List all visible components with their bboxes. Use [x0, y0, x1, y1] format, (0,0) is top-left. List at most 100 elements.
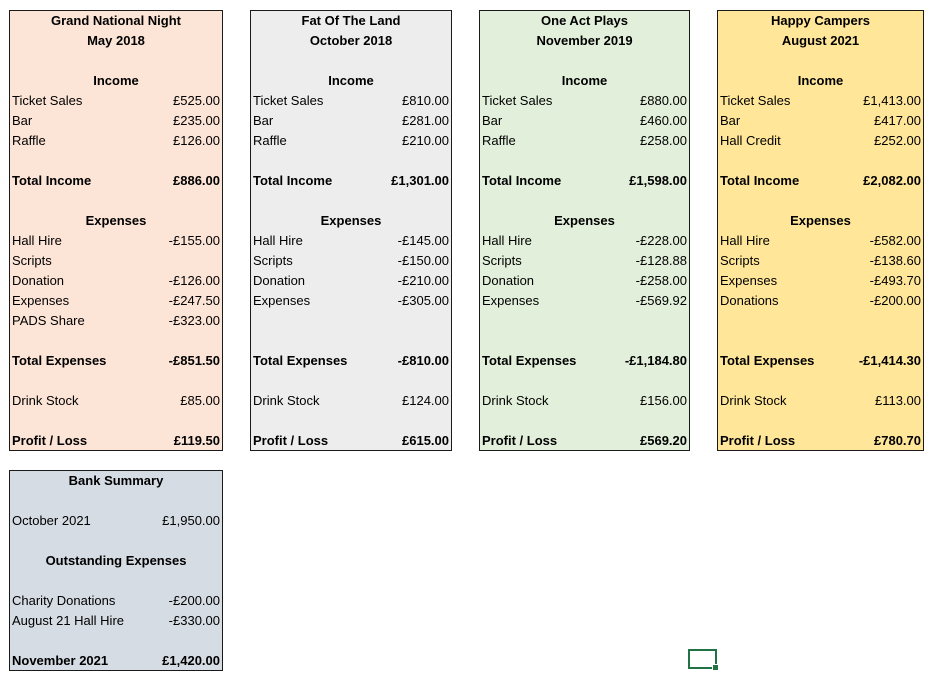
- bank-balance-row[interactable]: October 2021 £1,950.00: [10, 511, 222, 531]
- expenses-heading: Expenses: [320, 213, 382, 228]
- row-label: Profit / Loss: [720, 433, 796, 448]
- row-value: £886.00: [173, 173, 220, 188]
- expense-row[interactable]: Scripts -£138.60: [718, 251, 923, 271]
- expense-row[interactable]: Scripts: [10, 251, 222, 271]
- expense-row[interactable]: Hall Hire -£228.00: [480, 231, 689, 251]
- row-value: -£138.60: [869, 253, 921, 268]
- row-value: -£330.00: [168, 613, 220, 628]
- row-value: -£155.00: [168, 233, 220, 248]
- row-label: Ticket Sales: [482, 93, 553, 108]
- expense-row[interactable]: Expenses -£247.50: [10, 291, 222, 311]
- total-income-row[interactable]: Total Income £1,598.00: [480, 171, 689, 191]
- total-expenses-row[interactable]: Total Expenses -£810.00: [251, 351, 451, 371]
- row-value: £119.50: [173, 433, 220, 448]
- row-value: -£200.00: [168, 593, 220, 608]
- expense-row[interactable]: Expenses -£305.00: [251, 291, 451, 311]
- row-label: Total Income: [253, 173, 333, 188]
- profit-loss-row[interactable]: Profit / Loss £569.20: [480, 431, 689, 451]
- row-value: -£1,414.30: [858, 353, 921, 368]
- total-expenses-row[interactable]: Total Expenses -£1,414.30: [718, 351, 923, 371]
- expense-row[interactable]: Donation -£258.00: [480, 271, 689, 291]
- income-row[interactable]: Bar £281.00: [251, 111, 451, 131]
- total-expenses-row[interactable]: Total Expenses -£851.50: [10, 351, 222, 371]
- expense-row[interactable]: Hall Hire -£582.00: [718, 231, 923, 251]
- row-label: Bar: [12, 113, 33, 128]
- event-panel-one-act-plays: One Act Plays November 2019 Income Ticke…: [479, 10, 690, 451]
- expense-row[interactable]: Hall Hire -£145.00: [251, 231, 451, 251]
- total-income-row[interactable]: Total Income £1,301.00: [251, 171, 451, 191]
- row-value: £569.20: [640, 433, 687, 448]
- expense-row[interactable]: Donations -£200.00: [718, 291, 923, 311]
- row-label: Hall Hire: [12, 233, 62, 248]
- row-label: Raffle: [482, 133, 516, 148]
- row-value: -£810.00: [397, 353, 449, 368]
- income-row[interactable]: Bar £460.00: [480, 111, 689, 131]
- expense-row[interactable]: Hall Hire -£155.00: [10, 231, 222, 251]
- expense-row[interactable]: Donation -£210.00: [251, 271, 451, 291]
- income-row[interactable]: Ticket Sales £880.00: [480, 91, 689, 111]
- outstanding-expenses-heading: Outstanding Expenses: [45, 553, 187, 568]
- income-row[interactable]: Ticket Sales £810.00: [251, 91, 451, 111]
- row-value: £2,082.00: [863, 173, 921, 188]
- income-heading: Income: [93, 73, 139, 88]
- income-row[interactable]: Raffle £126.00: [10, 131, 222, 151]
- final-balance-row[interactable]: November 2021 £1,420.00: [10, 651, 222, 671]
- event-title: Fat Of The Land: [301, 13, 401, 28]
- row-label: Total Expenses: [12, 353, 107, 368]
- income-row[interactable]: Raffle £258.00: [480, 131, 689, 151]
- expense-row[interactable]: Scripts -£128.88: [480, 251, 689, 271]
- row-label: Ticket Sales: [12, 93, 83, 108]
- outstanding-row[interactable]: August 21 Hall Hire -£330.00: [10, 611, 222, 631]
- profit-loss-row[interactable]: Profit / Loss £780.70: [718, 431, 923, 451]
- income-row[interactable]: Ticket Sales £525.00: [10, 91, 222, 111]
- income-heading: Income: [797, 73, 844, 88]
- row-value: -£228.00: [635, 233, 687, 248]
- income-row[interactable]: Bar £417.00: [718, 111, 923, 131]
- row-label: August 21 Hall Hire: [12, 613, 124, 628]
- row-value: £210.00: [402, 133, 449, 148]
- row-value: £525.00: [173, 93, 220, 108]
- row-value: £1,950.00: [162, 513, 220, 528]
- outstanding-row[interactable]: Charity Donations -£200.00: [10, 591, 222, 611]
- income-row[interactable]: Bar £235.00: [10, 111, 222, 131]
- row-value: -£247.50: [168, 293, 220, 308]
- row-value: £113.00: [874, 393, 921, 408]
- expense-row[interactable]: Donation -£126.00: [10, 271, 222, 291]
- row-value: £126.00: [173, 133, 220, 148]
- drink-stock-row[interactable]: Drink Stock £124.00: [251, 391, 451, 411]
- active-cell-selection[interactable]: [688, 649, 719, 671]
- row-label: Hall Hire: [482, 233, 532, 248]
- row-label: Expenses: [482, 293, 540, 308]
- event-title: Happy Campers: [771, 13, 870, 28]
- row-label: Profit / Loss: [253, 433, 329, 448]
- row-value: -£145.00: [397, 233, 449, 248]
- drink-stock-row[interactable]: Drink Stock £113.00: [718, 391, 923, 411]
- row-value: £235.00: [173, 113, 220, 128]
- expense-row[interactable]: Expenses -£493.70: [718, 271, 923, 291]
- row-value: £1,413.00: [863, 93, 921, 108]
- total-income-row[interactable]: Total Income £2,082.00: [718, 171, 923, 191]
- drink-stock-row[interactable]: Drink Stock £85.00: [10, 391, 222, 411]
- drink-stock-row[interactable]: Drink Stock £156.00: [480, 391, 689, 411]
- income-row[interactable]: Hall Credit £252.00: [718, 131, 923, 151]
- income-row[interactable]: Ticket Sales £1,413.00: [718, 91, 923, 111]
- row-value: -£1,184.80: [624, 353, 687, 368]
- total-expenses-row[interactable]: Total Expenses -£1,184.80: [480, 351, 689, 371]
- bank-summary-panel: Bank Summary October 2021 £1,950.00 Outst…: [9, 470, 223, 671]
- row-value: £417.00: [874, 113, 921, 128]
- profit-loss-row[interactable]: Profit / Loss £615.00: [251, 431, 451, 451]
- expense-row[interactable]: PADS Share -£323.00: [10, 311, 222, 331]
- fill-handle[interactable]: [712, 664, 719, 671]
- row-label: Raffle: [12, 133, 46, 148]
- expense-row[interactable]: Scripts -£150.00: [251, 251, 451, 271]
- total-income-row[interactable]: Total Income £886.00: [10, 171, 222, 191]
- event-title: One Act Plays: [541, 13, 628, 28]
- expense-row[interactable]: Expenses -£569.92: [480, 291, 689, 311]
- event-date: August 2021: [781, 33, 860, 48]
- row-value: -£200.00: [869, 293, 921, 308]
- row-label: Bar: [482, 113, 503, 128]
- income-row[interactable]: Raffle £210.00: [251, 131, 451, 151]
- profit-loss-row[interactable]: Profit / Loss £119.50: [10, 431, 222, 451]
- expenses-heading: Expenses: [790, 213, 851, 228]
- row-value: -£582.00: [869, 233, 921, 248]
